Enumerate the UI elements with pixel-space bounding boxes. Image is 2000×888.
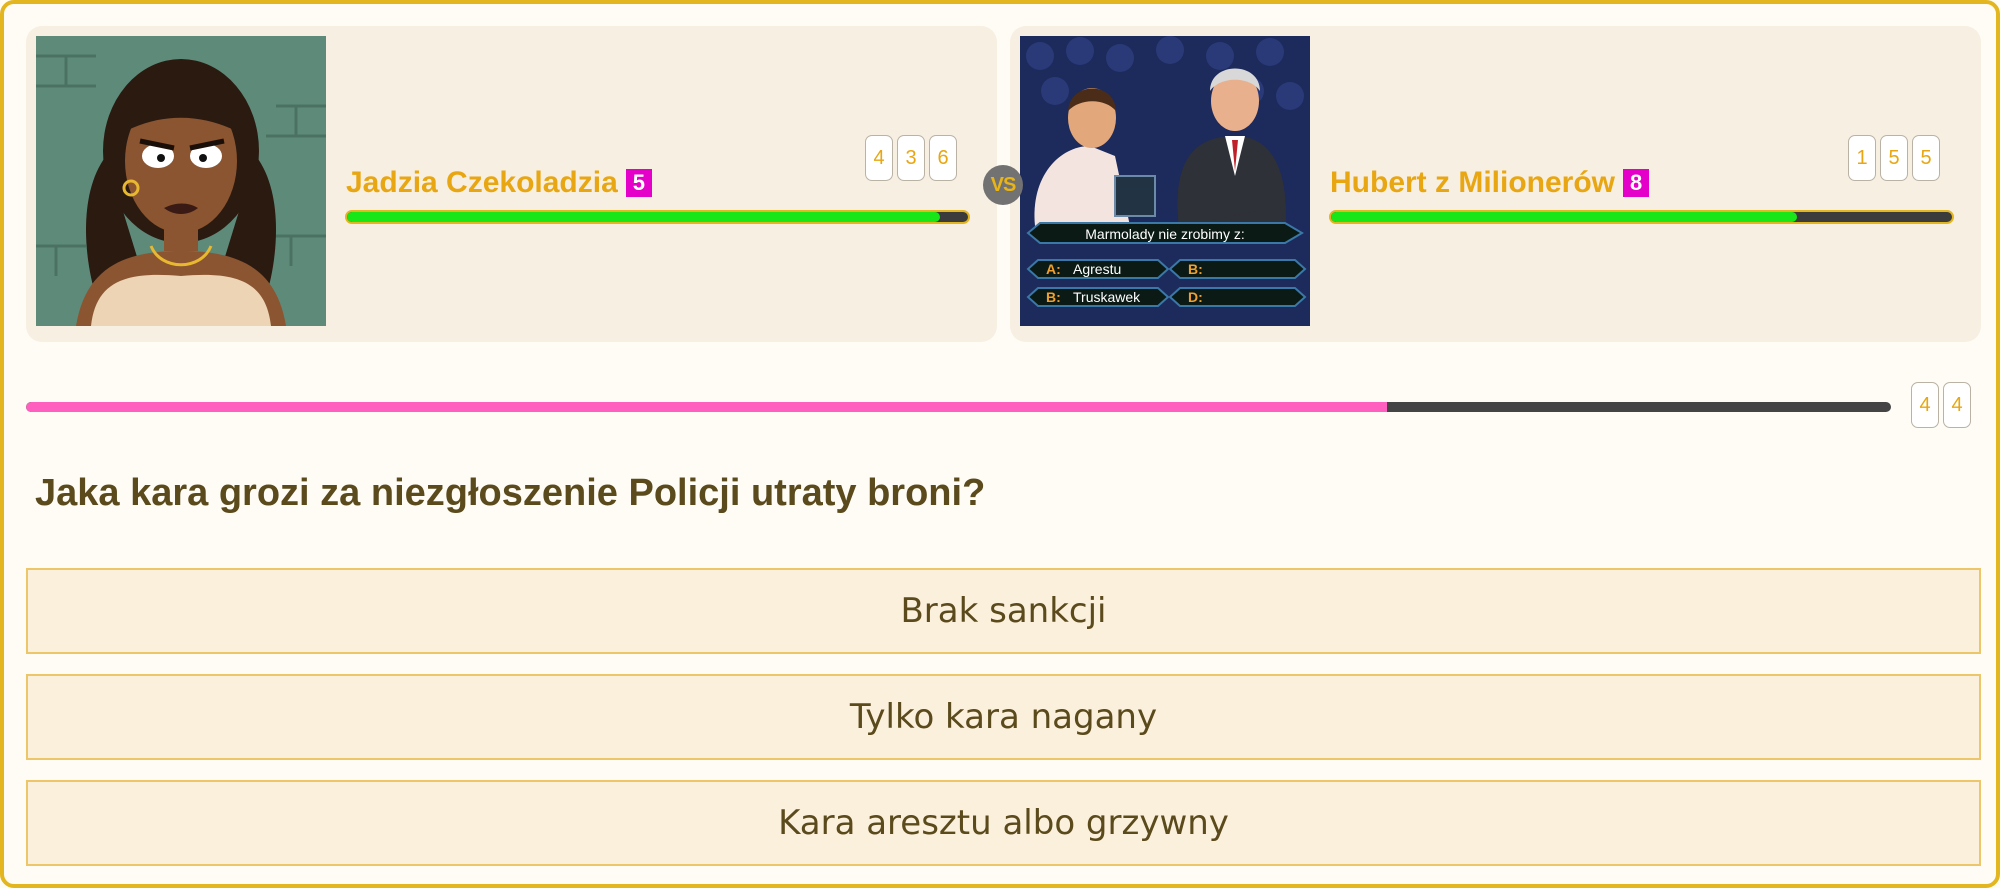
player-score-1: 4 3 6 (865, 135, 957, 181)
player-card-1: Jadzia Czekoladzia 5 4 3 6 (26, 26, 997, 342)
player-avatar-2: Marmolady nie zrobimy z: A: Agrestu B: B… (1020, 36, 1310, 326)
player-health-bar-2 (1329, 210, 1954, 224)
player-name-label: Jadzia Czekoladzia (346, 166, 618, 199)
player-level-badge: 5 (625, 169, 653, 197)
answer-button-1[interactable]: Brak sankcji (26, 568, 1981, 654)
score-digit: 5 (1880, 135, 1908, 181)
score-digit: 6 (929, 135, 957, 181)
player-level-badge: 8 (1623, 169, 1650, 197)
host-question-text: Marmolady nie zrobimy z: (1085, 226, 1245, 242)
quiz-show-host-icon: Marmolady nie zrobimy z: A: Agrestu B: B… (1020, 36, 1310, 326)
timer-counter: 4 4 (1911, 382, 1971, 428)
answer-button-2[interactable]: Tylko kara nagany (26, 674, 1981, 760)
player-name-1: Jadzia Czekoladzia 5 (346, 166, 653, 200)
host-answer-c: Truskawek (1073, 289, 1141, 305)
timer-digit: 4 (1911, 382, 1939, 428)
player-avatar-1 (36, 36, 326, 326)
game-frame: Jadzia Czekoladzia 5 4 3 6 VS Marmolady … (0, 0, 2000, 888)
score-digit: 1 (1848, 135, 1876, 181)
player-score-2: 1 5 5 (1848, 135, 1940, 181)
timer-fill (26, 402, 1388, 412)
host-answer-d-key: D: (1188, 289, 1203, 305)
score-digit: 3 (897, 135, 925, 181)
host-answer-a-key: A: (1046, 261, 1061, 277)
host-answer-b-key: B: (1188, 261, 1203, 277)
timer-digit: 4 (1943, 382, 1971, 428)
host-answer-c-key: B: (1046, 289, 1061, 305)
score-digit: 5 (1912, 135, 1940, 181)
woman-portrait-icon (36, 36, 326, 326)
host-answer-a: Agrestu (1073, 261, 1121, 277)
score-digit: 4 (865, 135, 893, 181)
player-name-2: Hubert z Milionerów 8 (1330, 166, 1650, 200)
health-fill (1331, 212, 1797, 222)
player-health-bar-1 (345, 210, 970, 224)
question-timer-bar (26, 402, 1891, 412)
player-card-2: Marmolady nie zrobimy z: A: Agrestu B: B… (1010, 26, 1981, 342)
player-name-label: Hubert z Milionerów (1330, 166, 1615, 199)
health-fill (347, 212, 941, 222)
answer-button-3[interactable]: Kara aresztu albo grzywny (26, 780, 1981, 866)
vs-badge: VS (983, 165, 1023, 205)
question-text: Jaka kara grozi za niezgłoszenie Policji… (35, 472, 986, 514)
